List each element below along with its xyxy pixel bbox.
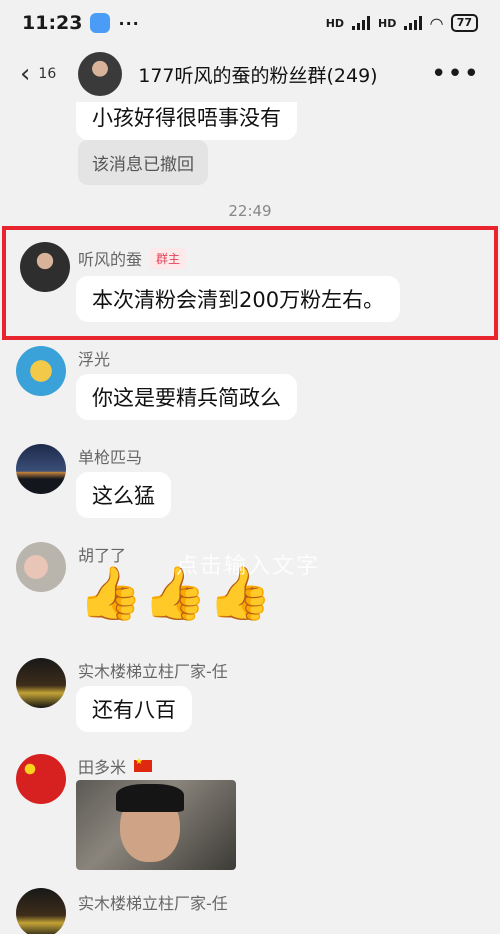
avatar[interactable]	[16, 542, 66, 592]
message-bubble-cut[interactable]: 小孩好得很唔事没有	[76, 102, 297, 140]
group-avatar[interactable]	[78, 52, 123, 96]
input-watermark: 点击输入文字	[176, 554, 321, 579]
china-flag-icon	[134, 757, 153, 772]
sender-name: 实木楼梯立柱厂家-任	[78, 894, 228, 913]
owner-badge: 群主	[150, 247, 187, 269]
more-notifications-icon: ···	[118, 13, 140, 33]
chat-area[interactable]: 小孩好得很唔事没有 该消息已撤回 22:49 听风的蚕 群主 本次清粉会清到20…	[0, 102, 500, 934]
avatar[interactable]	[16, 346, 66, 396]
avatar[interactable]	[20, 242, 70, 292]
chevron-left-icon: ‹	[20, 59, 31, 89]
sender-name: 单枪匹马	[78, 448, 143, 467]
back-button[interactable]: ‹ 16	[20, 61, 56, 87]
signal-icon-2	[404, 16, 423, 30]
signal-icon	[352, 16, 371, 30]
more-options-icon[interactable]: •••	[431, 59, 480, 89]
sender-name: 胡了了	[78, 546, 127, 565]
message-bubble[interactable]: 还有八百	[76, 686, 192, 732]
battery-icon: 77	[450, 14, 478, 32]
chat-header: ‹ 16 177听风的蚕的粉丝群(249) •••	[0, 46, 500, 102]
avatar[interactable]	[16, 658, 66, 708]
status-bar: 11:23 ··· HD HD ◠ 77	[0, 0, 500, 46]
network-label-2: HD	[378, 16, 397, 30]
avatar[interactable]	[16, 754, 66, 804]
group-title: 177听风的蚕的粉丝群(249)	[138, 64, 378, 87]
status-time: 11:23	[22, 12, 83, 34]
unread-count: 16	[38, 66, 57, 82]
avatar[interactable]	[16, 888, 66, 934]
avatar[interactable]	[16, 444, 66, 494]
recalled-notice: 该消息已撤回	[78, 140, 208, 185]
sender-name: 听风的蚕 群主	[78, 246, 187, 270]
network-label-1: HD	[325, 16, 345, 30]
message-timestamp: 22:49	[228, 202, 272, 220]
message-bubble[interactable]: 你这是要精兵简政么	[76, 374, 297, 420]
sender-name: 浮光	[78, 350, 111, 369]
wifi-icon: ◠	[430, 13, 443, 33]
message-bubble[interactable]: 这么猛	[76, 472, 171, 518]
sender-name-text: 听风的蚕	[78, 250, 143, 269]
sender-name: 实木楼梯立柱厂家-任	[78, 662, 228, 681]
message-bubble[interactable]: 本次清粉会清到200万粉左右。	[76, 276, 401, 322]
sender-name-text: 田多米	[78, 758, 127, 777]
app-notification-icon	[90, 13, 111, 33]
sticker-image[interactable]	[76, 780, 236, 870]
sender-name: 田多米	[78, 754, 153, 778]
sticker-hair	[116, 784, 184, 812]
